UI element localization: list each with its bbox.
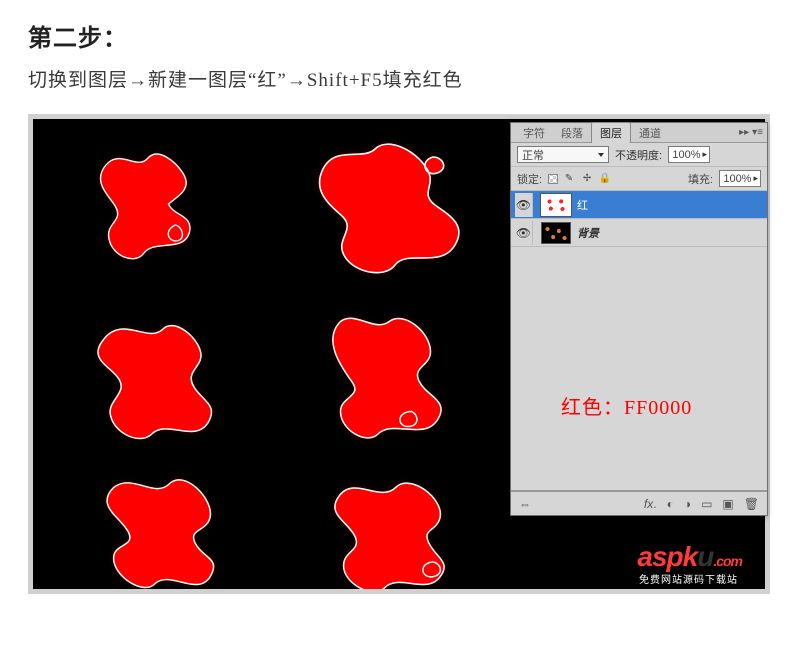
layer-name: 背景 — [577, 225, 599, 241]
lock-brush-icon[interactable]: ✎ — [562, 173, 576, 184]
watermark-sub: 免费网站源码下载站 — [635, 575, 742, 587]
panel-tabs: 字符 段落 图层 通道 ▸▸ ▾≡ — [511, 123, 767, 143]
instruction-text: 切换到图层→新建一图层“红”→Shift+F5填充红色 — [28, 65, 772, 92]
blend-opacity-row: 正常 不透明度: 100%▸ — [511, 143, 767, 167]
lock-all-icon[interactable]: 🔒 — [598, 173, 612, 184]
fill-label: 填充: — [688, 171, 713, 187]
editor-screenshot: 字符 段落 图层 通道 ▸▸ ▾≡ 正常 不透明度: 100%▸ 锁定: ✎ — [28, 114, 770, 594]
layers-panel: 字符 段落 图层 通道 ▸▸ ▾≡ 正常 不透明度: 100%▸ 锁定: ✎ — [510, 122, 768, 516]
color-annotation: 红色：FF0000 — [561, 391, 692, 420]
chevron-right-icon: ▸ — [753, 173, 758, 184]
new-layer-icon[interactable]: ▣ — [722, 497, 733, 511]
opacity-label: 不透明度: — [615, 147, 662, 163]
link-layers-icon[interactable]: ⇔ — [519, 497, 531, 511]
blend-mode-dropdown[interactable]: 正常 — [517, 146, 609, 163]
tab-paragraph[interactable]: 段落 — [553, 123, 591, 143]
visibility-eye-icon[interactable]: 👁 — [515, 198, 532, 212]
blend-mode-value: 正常 — [522, 147, 544, 163]
tab-channels[interactable]: 通道 — [631, 123, 669, 143]
splat-6 — [303, 469, 503, 589]
layers-list: 👁 红 👁 背景 红色：FF0000 — [511, 191, 767, 491]
visibility-eye-icon[interactable]: 👁 — [515, 226, 532, 240]
step-heading: 第二步： — [28, 18, 772, 53]
lock-transparent-icon[interactable] — [548, 174, 558, 184]
fx-icon[interactable]: fx. — [644, 497, 657, 511]
panel-expand-icon[interactable]: ▸▸ — [739, 127, 749, 138]
chevron-down-icon — [598, 153, 604, 157]
layer-row[interactable]: 👁 背景 — [511, 219, 767, 247]
chevron-right-icon: ▸ — [703, 149, 708, 160]
watermark: aspku.com 免费网站源码下载站 — [635, 543, 742, 587]
splat-4 — [293, 299, 493, 449]
layer-thumbnail[interactable] — [541, 194, 571, 216]
splat-2 — [283, 129, 503, 289]
layer-mask-icon[interactable]: ◐ — [667, 497, 674, 511]
layer-name: 红 — [577, 197, 588, 213]
lock-fill-row: 锁定: ✎ ✢ 🔒 填充: 100%▸ — [511, 167, 767, 191]
watermark-brand: aspku.com — [635, 543, 742, 571]
fill-value[interactable]: 100%▸ — [719, 170, 761, 187]
splat-3 — [63, 299, 263, 449]
group-icon[interactable]: ▭ — [701, 497, 712, 511]
tab-layers[interactable]: 图层 — [591, 122, 631, 143]
trash-icon[interactable]: 🗑 — [744, 497, 759, 511]
splat-5 — [73, 469, 273, 589]
layer-thumbnail[interactable] — [541, 222, 571, 244]
tab-character[interactable]: 字符 — [515, 123, 553, 143]
panel-menu-icon[interactable]: ▾≡ — [752, 127, 763, 138]
lock-label: 锁定: — [517, 171, 542, 187]
splat-1 — [63, 134, 253, 274]
opacity-value[interactable]: 100%▸ — [668, 146, 710, 163]
layers-panel-footer: ⇔ fx. ◐ ◑ ▭ ▣ 🗑 — [511, 491, 767, 515]
adjustment-layer-icon[interactable]: ◑ — [684, 497, 691, 511]
layer-row[interactable]: 👁 红 — [511, 191, 767, 219]
lock-move-icon[interactable]: ✢ — [580, 173, 594, 184]
